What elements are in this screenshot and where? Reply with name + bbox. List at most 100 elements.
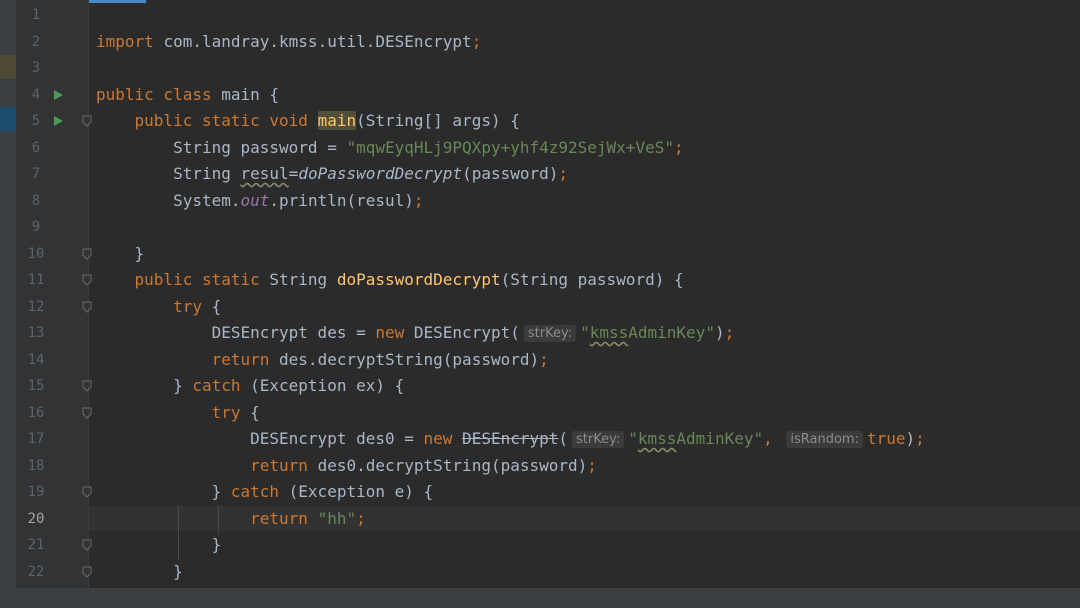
code-text[interactable]: public class main { (96, 82, 279, 108)
code-text[interactable]: } (96, 532, 222, 558)
code-token: ; (724, 323, 735, 342)
code-token: catch (192, 376, 251, 395)
fold-marker-icon[interactable] (82, 274, 92, 286)
code-text[interactable]: String resul=doPasswordDecrypt(password)… (96, 161, 568, 187)
code-line[interactable]: 13 DESEncrypt des = new DESEncrypt(strKe… (0, 320, 1080, 346)
code-text[interactable]: public static String doPasswordDecrypt(S… (96, 267, 684, 293)
code-line[interactable]: 10 } (0, 241, 1080, 267)
code-text[interactable]: return "hh"; (96, 506, 366, 532)
code-text[interactable]: System.out.println(resul); (96, 188, 423, 214)
code-token: AdminKey" (628, 323, 715, 342)
code-token: "hh" (317, 508, 357, 528)
code-line[interactable]: 8 System.out.println(resul); (0, 188, 1080, 214)
code-text[interactable]: public static void main(String[] args) { (96, 108, 520, 134)
line-number: 7 (31, 166, 41, 182)
code-token: (String[] args) { (356, 111, 520, 130)
code-token: DESEncrypt des0 = (96, 429, 424, 448)
code-token: main (317, 111, 357, 130)
code-token: des0.decryptString(password) (317, 455, 588, 475)
line-number: 6 (31, 139, 41, 156)
fold-marker-icon[interactable] (82, 486, 92, 498)
code-line[interactable]: 21 } (0, 532, 1080, 558)
code-token: main { (221, 84, 280, 104)
line-number: 12 (27, 298, 45, 315)
code-line[interactable]: 15 } catch (Exception ex) { (0, 373, 1080, 399)
code-line[interactable]: 11 public static String doPasswordDecryp… (0, 267, 1080, 293)
code-token: try (173, 296, 212, 316)
code-editor[interactable]: 1 2 import com.landray.kmss.util.DESEncryp… (0, 0, 1080, 608)
line-number: 20 (27, 510, 45, 527)
code-token: return (211, 349, 280, 369)
code-text[interactable]: return des0.decryptString(password); (96, 453, 597, 479)
fold-marker-icon[interactable] (82, 248, 92, 260)
code-token: } (96, 561, 183, 581)
code-line[interactable]: 4 public class main { (0, 82, 1080, 108)
code-token: doPasswordDecrypt (336, 270, 501, 289)
line-number: 9 (31, 219, 41, 235)
code-line[interactable]: 20 return "hh"; (0, 506, 1080, 532)
line-number: 17 (27, 431, 45, 447)
code-token: .println(resul) (269, 190, 414, 210)
fold-marker-icon[interactable] (82, 539, 92, 551)
code-line[interactable]: 18 return des0.decryptString(password); (0, 453, 1080, 479)
code-text[interactable]: import com.landray.kmss.util.DESEncrypt; (96, 29, 481, 55)
code-token: des.decryptString(password) (279, 349, 540, 369)
code-line[interactable]: 6 String password = "mqwEyqHLj9PQXpy+yhf… (0, 135, 1080, 161)
code-token: String (269, 270, 337, 289)
code-line[interactable]: 16 try { (0, 400, 1080, 426)
code-line[interactable]: 3 (0, 55, 1080, 81)
code-text[interactable]: } catch (Exception e) { (96, 479, 434, 505)
line-number: 5 (31, 113, 41, 129)
code-token: out (240, 190, 270, 210)
code-token: DESEncrypt( (413, 323, 520, 342)
line-number: 8 (31, 192, 41, 209)
code-text[interactable]: } (96, 241, 145, 267)
code-token: ; (915, 429, 925, 448)
code-token: public static void (134, 111, 318, 130)
code-line[interactable]: 2 import com.landray.kmss.util.DESEncrypt… (0, 29, 1080, 55)
code-line[interactable]: 14 return des.decryptString(password); (0, 347, 1080, 373)
code-token: String (96, 164, 241, 183)
code-text[interactable]: DESEncrypt des = new DESEncrypt(strKey: "… (96, 320, 734, 346)
run-gutter-icon[interactable] (54, 89, 63, 100)
code-line[interactable]: 17 DESEncrypt des0 = new DESEncrypt(strK… (0, 426, 1080, 452)
code-token: } (96, 376, 193, 395)
code-text[interactable]: } catch (Exception ex) { (96, 373, 404, 399)
code-token: } (96, 535, 222, 554)
fold-marker-icon[interactable] (82, 115, 92, 127)
code-line[interactable]: 19 } catch (Exception e) { (0, 479, 1080, 505)
code-text[interactable]: } (96, 559, 183, 585)
code-text[interactable]: try { (96, 400, 260, 426)
fold-marker-icon[interactable] (82, 566, 92, 578)
fold-marker-icon[interactable] (82, 380, 92, 392)
code-line[interactable]: 9 (0, 214, 1080, 240)
code-token: try (211, 402, 251, 422)
run-gutter-icon[interactable] (54, 116, 63, 126)
code-token: kmss (637, 429, 677, 448)
code-line[interactable]: 22 } (0, 559, 1080, 585)
code-token: ; (673, 137, 684, 157)
code-token: = (288, 164, 299, 183)
bottom-scroll-bar[interactable] (0, 588, 1080, 608)
line-number: 10 (27, 245, 45, 262)
code-token: resul (240, 164, 289, 183)
code-token: return (250, 508, 318, 528)
fold-marker-icon[interactable] (82, 301, 92, 313)
code-line[interactable]: 1 (0, 2, 1080, 28)
code-token: " (628, 429, 638, 448)
line-number: 15 (27, 378, 45, 394)
code-token: "mqwEyqHLj9PQXpy+yhf4z92SejWx+VeS" (346, 137, 674, 157)
code-line[interactable]: 5 public static void main(String[] args)… (0, 108, 1080, 134)
code-text[interactable]: DESEncrypt des0 = new DESEncrypt(strKey:… (96, 426, 925, 452)
code-token: System. (96, 190, 241, 210)
code-text[interactable]: String password = "mqwEyqHLj9PQXpy+yhf4z… (96, 135, 684, 161)
line-number: 3 (31, 60, 41, 76)
parameter-hint: strKey: (523, 325, 577, 342)
code-line[interactable]: 12 try { (0, 294, 1080, 320)
code-text[interactable]: return des.decryptString(password); (96, 347, 549, 373)
code-token: public static (134, 270, 270, 289)
code-token: ; (539, 349, 549, 369)
fold-marker-icon[interactable] (82, 407, 92, 419)
code-line[interactable]: 7 String resul=doPasswordDecrypt(passwor… (0, 161, 1080, 187)
code-text[interactable]: try { (96, 294, 221, 320)
